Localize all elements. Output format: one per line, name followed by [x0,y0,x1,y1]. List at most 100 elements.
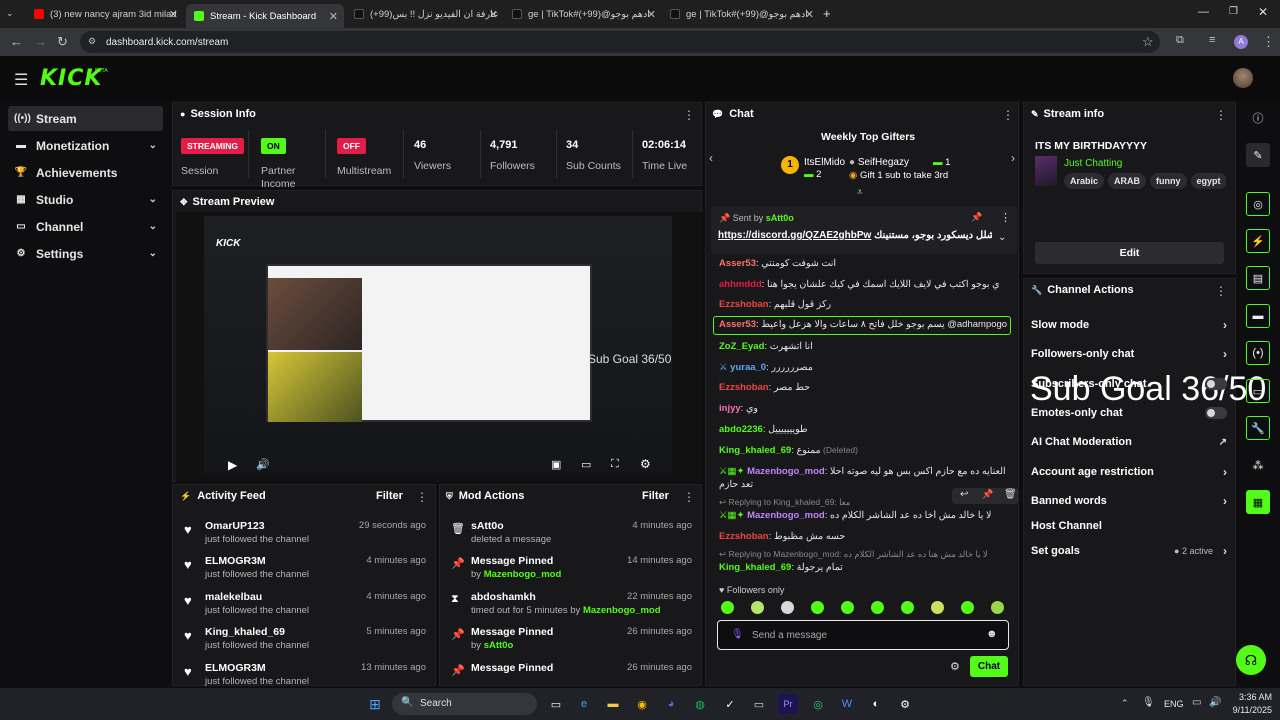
chat-username[interactable]: ZoZ_Eyad [719,341,764,352]
moderator-name[interactable]: Mazenbogo_mod [583,605,661,616]
stream-preview-video[interactable]: KICK Sub Goal 36/50 ▶ 🔊 ▣ ▭ ⛶ ⚙ [176,212,702,482]
chat-settings-icon[interactable]: ⚙ [950,660,960,673]
obs-icon[interactable]: ◐ [866,694,886,714]
stream-tag[interactable]: Arabic [1064,173,1105,189]
emote-icon[interactable] [961,601,974,614]
stream-tag[interactable]: funny [1150,173,1187,189]
channel-action-subscribers-only-chat[interactable]: Subscribers-only chat [1031,376,1229,392]
chat-username[interactable]: Ezzshoban [719,382,769,393]
fullscreen-icon[interactable]: ⛶ [611,458,619,471]
file-explorer-icon[interactable]: ▬ [603,694,623,714]
chat-message[interactable]: Ezzshoban: حسه مش مظبوط [719,531,1009,542]
mod-action-title[interactable]: sAtt0o [471,520,504,532]
chat-username[interactable]: yuraa_0 [730,362,766,373]
follower-name[interactable]: King_khaled_69 [205,626,285,638]
gifters-next-icon[interactable]: › [1011,151,1015,165]
extensions-icon[interactable]: ⧉ [1176,34,1184,47]
play-icon[interactable]: ▶ [228,458,237,472]
chat-username[interactable]: Ezzshoban [719,299,769,310]
chat-message[interactable]: injyy: وي [719,403,1009,414]
chat-username[interactable]: Asser53 [719,319,756,330]
browser-tab[interactable]: ge | TikTok#ادهم بوجو@(99+) ✕ [504,4,662,24]
browser-tab[interactable]: ge | TikTok#ادهم بوجو@(99+) ✕ [662,4,820,24]
profile-avatar[interactable]: A [1234,35,1248,49]
volume-tray-icon[interactable]: 🔊 [1209,697,1221,708]
category-name[interactable]: Just Chatting [1064,158,1122,169]
chat-message[interactable]: ZoZ_Eyad: انا اتشهرت [719,341,1009,352]
chat-username[interactable]: Mazenbogo_mod [747,466,825,477]
pinned-menu-icon[interactable]: ⋮ [1000,211,1011,224]
activity-filter-button[interactable]: Filter [376,490,403,502]
follower-name[interactable]: ELMOGR3M [205,555,266,567]
stream-info-menu-icon[interactable]: ⋮ [1215,108,1227,122]
mod-action-title[interactable]: Message Pinned [471,555,553,567]
chat-username[interactable]: Ezzshoban [719,531,769,542]
sidebar-item-settings[interactable]: ⚙ Settings ⌄ [8,241,163,266]
wrench-rail-icon[interactable]: 🔧 [1246,416,1270,440]
target-icon[interactable]: ◎ [1246,192,1270,216]
emoji-picker-icon[interactable]: ☻ [986,628,998,640]
follower-name[interactable]: ELMOGR3M [205,662,266,674]
settings-icon[interactable]: ⚙ [640,457,651,471]
chat-username[interactable]: abdo2236 [719,424,763,435]
emote-icon[interactable] [871,601,884,614]
collapse-gifters-icon[interactable]: ⩡ [857,187,863,198]
pip-icon[interactable]: ▣ [551,458,561,471]
chat-rail-icon[interactable]: ▬ [1246,304,1270,328]
channel-action-set-goals[interactable]: Set goals ● 2 active › [1031,543,1229,559]
emote-icon[interactable] [751,601,764,614]
pinned-link[interactable]: https://discord.gg/QZAE2ghbPw [718,230,871,241]
edit-icon[interactable]: ✎ [1246,143,1270,167]
emote-icon[interactable] [781,601,794,614]
chat-message[interactable]: Asser53: يسم بوجو خلل فاتح ٨ ساعات والا … [713,316,1011,335]
chat-message[interactable]: Ezzshoban: حط مصر [719,382,1009,393]
close-window-icon[interactable]: ✕ [1258,5,1268,19]
emote-icon[interactable] [841,601,854,614]
gifters-prev-icon[interactable]: ‹ [709,151,713,165]
word-icon[interactable]: W [837,694,857,714]
chat-username[interactable]: ahhmddd [719,279,762,290]
discord-icon[interactable]: ◕ [661,694,681,714]
chat-message[interactable]: abdo2236: طويييييييل [719,424,1009,435]
partner-income-badge[interactable]: ON [261,138,286,154]
close-tab-icon[interactable]: ✕ [169,8,178,21]
emote-icon[interactable] [811,601,824,614]
chat-message[interactable]: ⚔▦✦ Mazenbogo_mod: لا يا خالد مش أخا ده … [719,510,1009,521]
pinned-pin-icon[interactable]: 📌 [971,212,982,223]
chat-send-button[interactable]: Chat [970,656,1008,677]
user-avatar[interactable] [1233,68,1253,88]
gifter-3-prompt[interactable]: ◉ Gift 1 sub to take 3rd [849,170,948,181]
tray-expand-icon[interactable]: ⌃ [1121,698,1129,709]
sidebar-item-achievements[interactable]: 🏆 Achievements [8,160,163,185]
minimize-icon[interactable]: — [1198,6,1209,18]
channel-action-emotes-only-chat[interactable]: Emotes-only chat [1031,405,1229,421]
channel-action-banned-words[interactable]: Banned words › [1031,493,1229,509]
channel-action-slow-mode[interactable]: Slow mode › [1031,317,1229,333]
emote-icon[interactable] [991,601,1004,614]
chat-username[interactable]: King_khaled_69 [719,445,791,456]
pinned-user[interactable]: sAtt0o [766,213,794,223]
follower-name[interactable]: OmarUP123 [205,520,265,532]
chat-message[interactable]: Asser53: انت شوفت كومنتي [719,258,1009,269]
edit-stream-info-button[interactable]: Edit [1035,242,1224,264]
video-rail-icon[interactable]: ▭ [1246,379,1270,403]
start-icon[interactable]: ⊞ [365,694,385,714]
chat-message[interactable]: King_khaled_69: تمام يرجولة [719,562,1009,573]
volume-icon[interactable]: 🔊 [256,458,270,471]
premiere-icon[interactable]: Pr [778,694,798,714]
microphone-icon[interactable]: 🎙 [731,629,744,640]
task-view-icon[interactable]: ▭ [546,694,566,714]
chrome-icon[interactable]: ◉ [632,694,652,714]
expand-pinned-icon[interactable]: ⌄ [998,232,1006,243]
mod-action-title[interactable]: Message Pinned [471,626,553,638]
close-tab-icon[interactable]: ✕ [647,8,656,21]
drag-handle-icon[interactable]: ⁂ [1246,453,1270,477]
language-indicator[interactable]: ENG [1164,699,1184,709]
gifter-2-name[interactable]: ● SeifHegazy [849,157,909,168]
spotify-icon[interactable]: ◍ [690,694,710,714]
channel-actions-menu-icon[interactable]: ⋮ [1215,284,1227,298]
channel-action-ai-chat-moderation[interactable]: AI Chat Moderation ↗ [1031,434,1229,450]
channel-action-account-age-restriction[interactable]: Account age restriction › [1031,464,1229,480]
hamburger-menu-icon[interactable]: ☰ [14,70,28,90]
back-icon[interactable]: ← [10,34,23,49]
